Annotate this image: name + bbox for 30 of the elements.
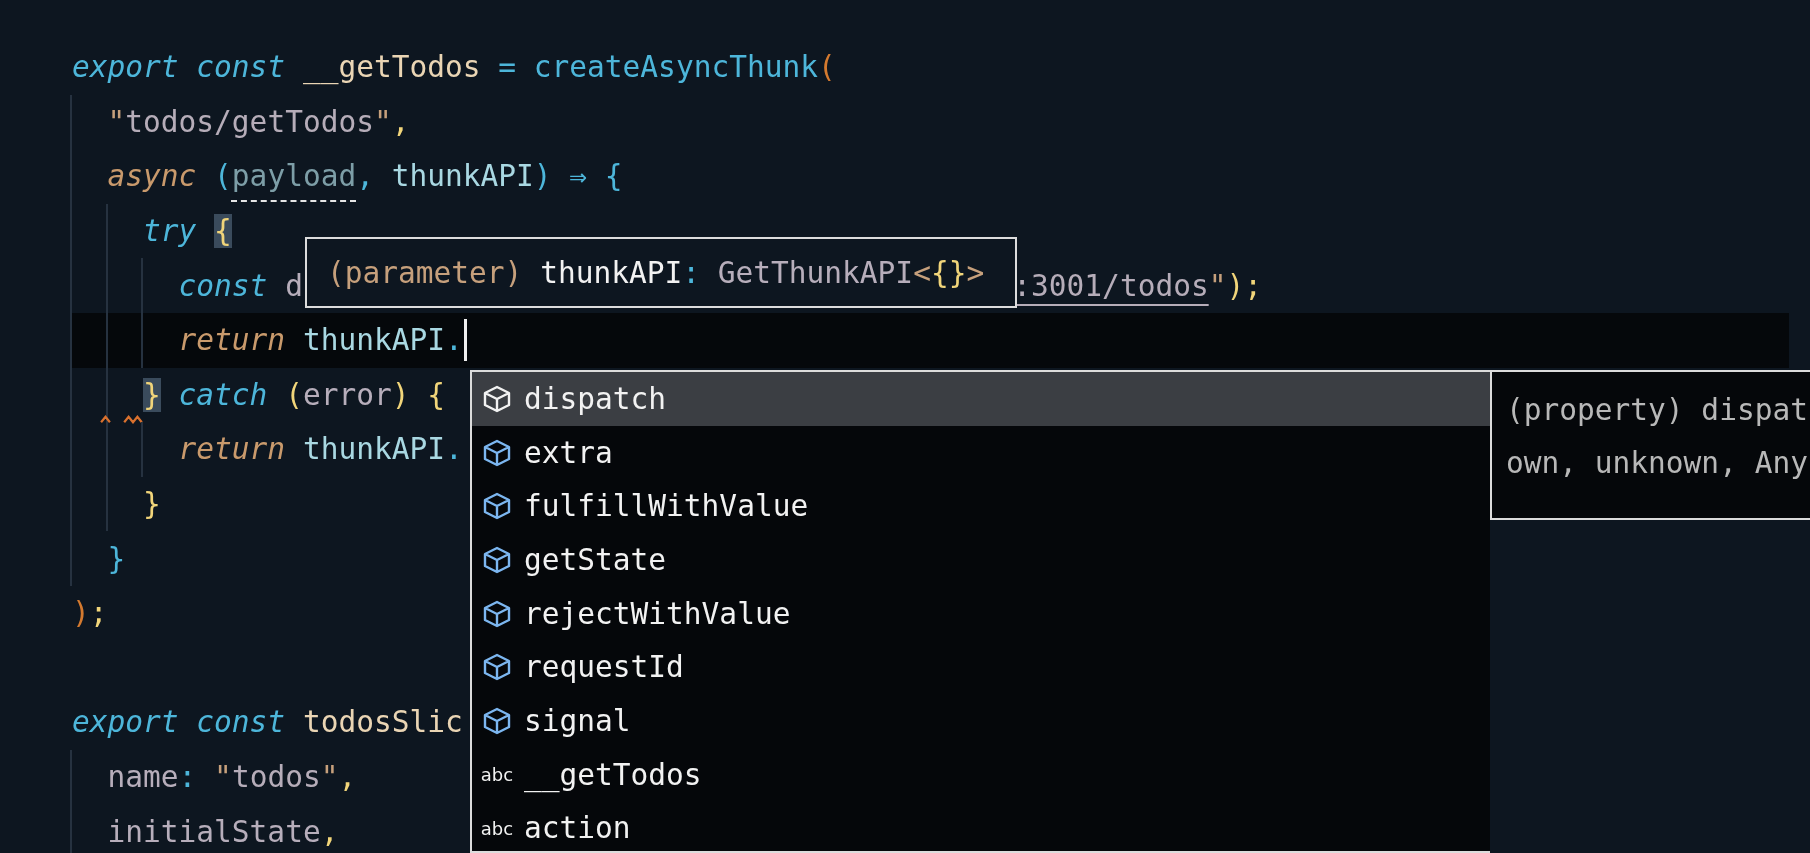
code-line: name: "todos", — [106, 760, 357, 794]
code-line: "todos/getTodos", — [106, 104, 410, 139]
code-line: try { — [142, 214, 232, 249]
text-icon: abc — [480, 817, 514, 839]
text-icon: abc — [480, 764, 514, 786]
code-line: const d — [177, 268, 303, 303]
suggestion-item[interactable]: fulfillWithValue — [472, 479, 1490, 534]
detail-text: own, unknown, Any — [1506, 445, 1809, 482]
code-line: initialState, — [106, 814, 339, 849]
text-cursor — [463, 319, 467, 362]
code-line: } — [106, 541, 126, 576]
detail-text: (property) dispat — [1506, 392, 1809, 429]
code-line: } — [142, 487, 161, 522]
suggestion-item[interactable]: abc action — [472, 801, 1490, 853]
code-line: export const __getTodos = createAsyncThunk( — [71, 50, 836, 85]
code-line: ); — [71, 596, 108, 631]
suggestion-item[interactable]: getState — [472, 533, 1490, 587]
suggestion-item[interactable]: rejectWithValue — [472, 586, 1490, 641]
code-line: export const todosSlic — [71, 705, 463, 740]
code-line: async (payload, thunkAPI) ⇒ { — [106, 159, 623, 194]
suggestion-item[interactable]: abc __getTodos — [472, 747, 1490, 802]
code-line: return thunkAPI. — [177, 432, 463, 467]
code-line: } catch (error) { — [142, 377, 446, 412]
suggestion-item[interactable]: dispatch — [472, 372, 1490, 426]
suggestion-item[interactable]: signal — [472, 694, 1490, 748]
code-line: :3001/todos"); — [1013, 268, 1262, 303]
suggestion-item[interactable]: extra — [472, 425, 1490, 480]
tooltip-text: (parameter) thunkAPI: GetThunkAPI<{}> — [327, 255, 985, 290]
suggestion-item[interactable]: requestId — [472, 640, 1490, 695]
code-line: return thunkAPI. — [177, 323, 463, 358]
